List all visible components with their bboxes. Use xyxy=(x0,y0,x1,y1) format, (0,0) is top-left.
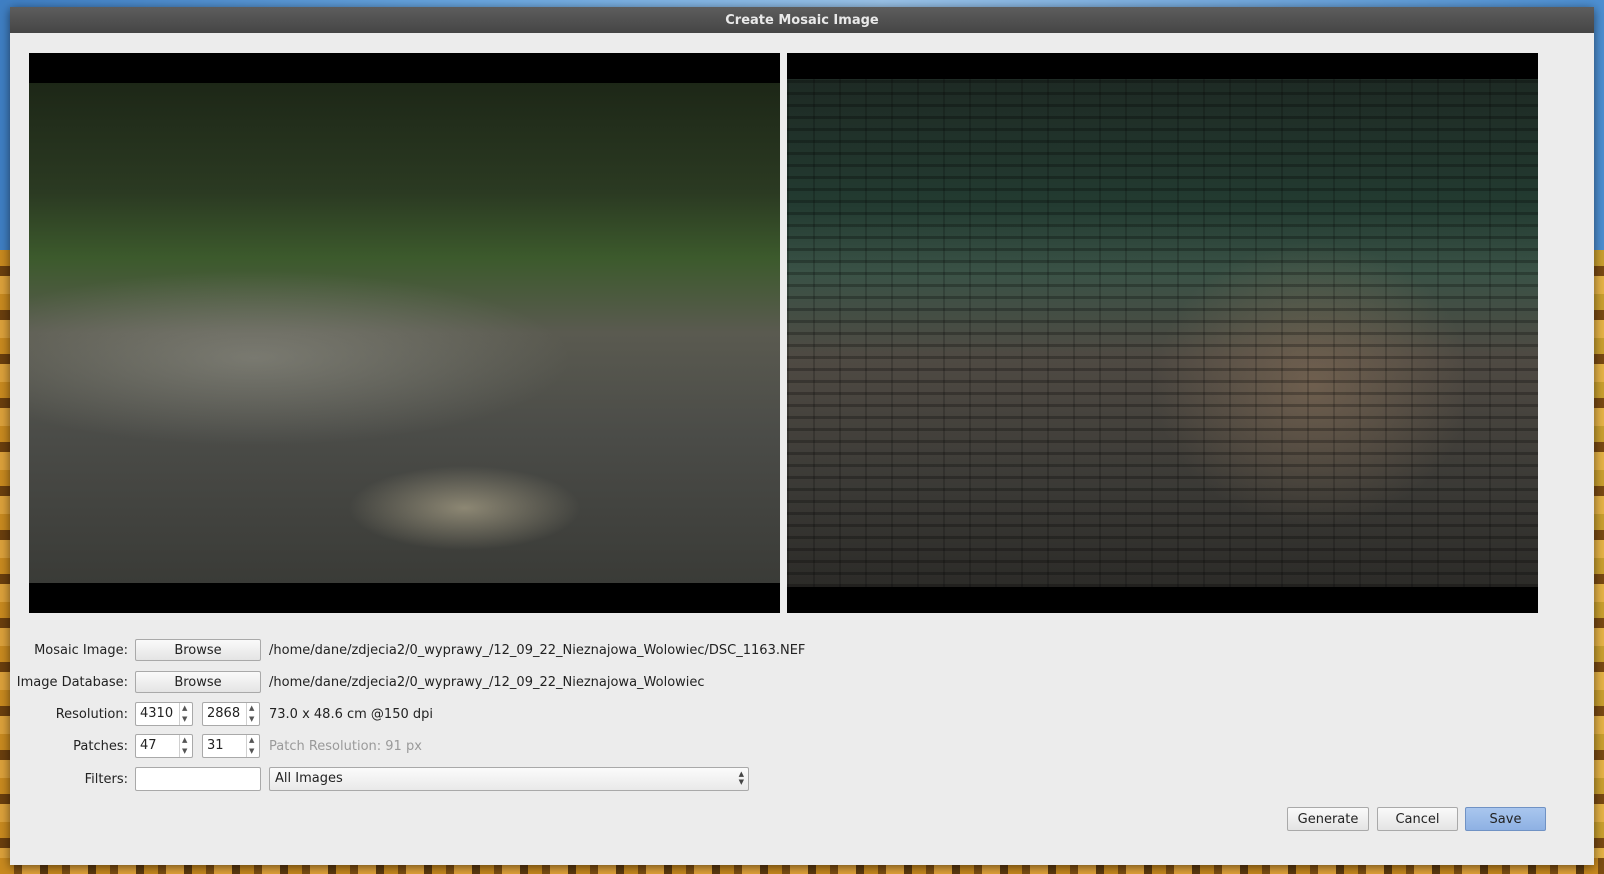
image-database-row: Image Database: Browse /home/dane/zdjeci… xyxy=(10,670,1594,694)
resolution-info: 73.0 x 48.6 cm @150 dpi xyxy=(269,706,433,722)
original-image-preview xyxy=(29,53,780,613)
patches-rows-value: 31 xyxy=(207,738,224,753)
patches-rows-spinbox[interactable]: 31 ▲ ▼ xyxy=(202,734,260,758)
spin-up-icon[interactable]: ▲ xyxy=(249,704,254,712)
image-database-browse-label: Browse xyxy=(174,674,222,690)
resolution-width-arrows[interactable]: ▲ ▼ xyxy=(179,703,192,725)
image-filter-select[interactable]: All Images ▲ ▼ xyxy=(269,767,749,791)
spin-up-icon[interactable]: ▲ xyxy=(182,704,187,712)
mosaic-image-label: Mosaic Image: xyxy=(34,642,128,658)
patches-row: Patches: 47 ▲ ▼ 31 ▲ ▼ Patch Resolution:… xyxy=(10,734,1594,758)
mosaic-image-path: /home/dane/zdjecia2/0_wyprawy_/12_09_22_… xyxy=(269,642,806,658)
spin-down-icon[interactable]: ▼ xyxy=(249,747,254,755)
generate-button-label: Generate xyxy=(1297,811,1359,827)
spin-down-icon[interactable]: ▼ xyxy=(182,747,187,755)
patch-resolution-info: Patch Resolution: 91 px xyxy=(269,738,422,754)
filters-row: Filters: All Images ▲ ▼ xyxy=(10,767,1594,791)
desktop-background-left xyxy=(0,250,10,874)
image-filter-selected: All Images xyxy=(275,771,343,786)
image-database-label: Image Database: xyxy=(16,674,128,690)
spin-down-icon[interactable]: ▼ xyxy=(249,715,254,723)
spin-up-icon[interactable]: ▲ xyxy=(182,736,187,744)
save-button-label: Save xyxy=(1489,811,1522,827)
cancel-button-label: Cancel xyxy=(1395,811,1440,827)
patches-label: Patches: xyxy=(73,738,128,754)
resolution-height-spinbox[interactable]: 2868 ▲ ▼ xyxy=(202,702,260,726)
resolution-row: Resolution: 4310 ▲ ▼ 2868 ▲ ▼ 73.0 x 48.… xyxy=(10,702,1594,726)
filters-input[interactable] xyxy=(135,767,261,791)
save-button[interactable]: Save xyxy=(1465,807,1546,831)
patches-rows-arrows[interactable]: ▲ ▼ xyxy=(246,735,259,757)
filters-label: Filters: xyxy=(84,771,128,787)
image-database-browse-button[interactable]: Browse xyxy=(135,671,261,693)
patches-cols-value: 47 xyxy=(140,738,157,753)
spin-up-icon[interactable]: ▲ xyxy=(249,736,254,744)
patches-cols-spinbox[interactable]: 47 ▲ ▼ xyxy=(135,734,193,758)
desktop-background-right xyxy=(1594,250,1604,874)
resolution-height-arrows[interactable]: ▲ ▼ xyxy=(246,703,259,725)
cancel-button[interactable]: Cancel xyxy=(1377,807,1458,831)
mosaic-photo xyxy=(787,79,1538,587)
mosaic-image-browse-button[interactable]: Browse xyxy=(135,639,261,661)
mosaic-image-preview xyxy=(787,53,1538,613)
spin-down-icon[interactable]: ▼ xyxy=(182,715,187,723)
resolution-width-spinbox[interactable]: 4310 ▲ ▼ xyxy=(135,702,193,726)
dialog-titlebar[interactable]: Create Mosaic Image xyxy=(10,7,1594,33)
mosaic-dialog: Create Mosaic Image Mosaic Image: Browse… xyxy=(10,7,1594,865)
original-photo xyxy=(29,83,780,583)
select-arrows-icon: ▲ ▼ xyxy=(738,770,744,786)
mosaic-image-row: Mosaic Image: Browse /home/dane/zdjecia2… xyxy=(10,638,1594,662)
mosaic-image-browse-label: Browse xyxy=(174,642,222,658)
resolution-width-value: 4310 xyxy=(140,706,174,721)
image-database-path: /home/dane/zdjecia2/0_wyprawy_/12_09_22_… xyxy=(269,674,705,690)
resolution-height-value: 2868 xyxy=(207,706,241,721)
generate-button[interactable]: Generate xyxy=(1287,807,1369,831)
patches-cols-arrows[interactable]: ▲ ▼ xyxy=(179,735,192,757)
resolution-label: Resolution: xyxy=(55,706,128,722)
dialog-title: Create Mosaic Image xyxy=(725,12,879,28)
